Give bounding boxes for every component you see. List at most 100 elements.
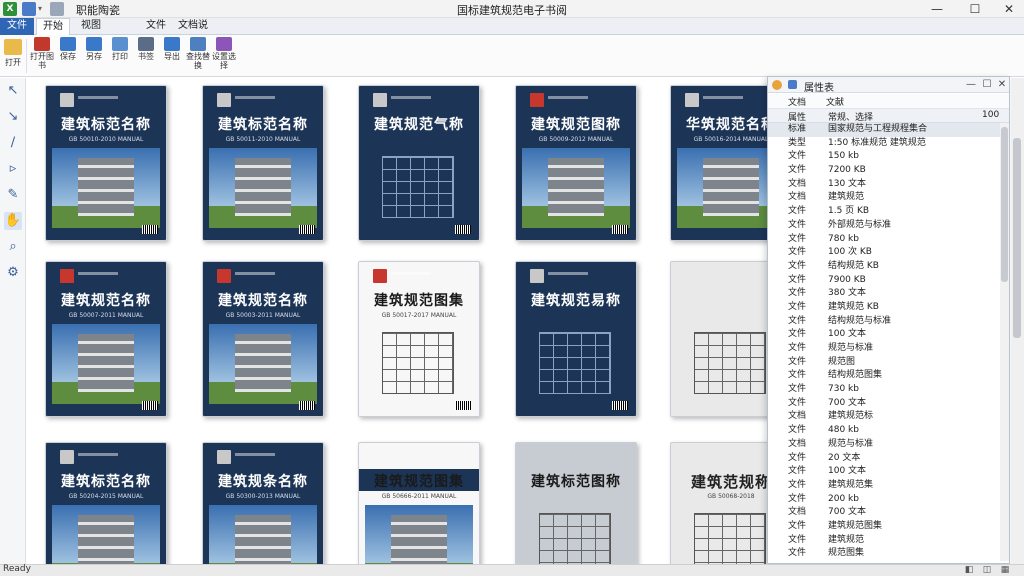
book-cover[interactable]: 建筑规范气称	[358, 85, 480, 241]
right-scrollbar[interactable]	[1011, 78, 1024, 564]
panel-scrollbar-thumb[interactable]	[1001, 127, 1008, 282]
property-row[interactable]: 文档 建筑规范标	[768, 410, 1000, 424]
book-cover[interactable]: 建筑规范图集 GB 50666-2011 MANUAL	[358, 442, 480, 564]
ribbon-button-0[interactable]: 打开图书	[30, 37, 54, 75]
book-cover[interactable]: 建筑标范名称 GB 50204-2015 MANUAL	[45, 442, 167, 564]
right-scrollbar-thumb[interactable]	[1013, 138, 1021, 338]
property-row[interactable]: 文件 规范图集	[768, 547, 1000, 561]
book-cover[interactable]: 建筑规范图集 GB 50017-2017 MANUAL	[358, 261, 480, 417]
property-row[interactable]: 文件 建筑规范	[768, 534, 1000, 548]
property-value: 结构规范与标准	[828, 315, 892, 326]
property-row[interactable]: 文件 380 文本	[768, 287, 1000, 301]
cover-illustration	[677, 148, 767, 228]
property-row[interactable]: 文件 1.5 页 KB	[768, 205, 1000, 219]
property-row[interactable]: 文件 100 文本	[768, 465, 1000, 479]
book-cover[interactable]: 建筑规范名称 GB 50003-2011 MANUAL	[202, 261, 324, 417]
property-row[interactable]: 文件 7200 KB	[768, 164, 1000, 178]
book-cover[interactable]: 建筑标范名称 GB 50011-2010 MANUAL	[202, 85, 324, 241]
barcode	[299, 401, 315, 410]
book-title: 建筑规范名称	[61, 293, 151, 309]
property-row[interactable]: 文件 200 kb	[768, 493, 1000, 507]
hand-icon[interactable]: ✋	[4, 212, 22, 230]
book-cover[interactable]: 建筑标范名称 GB 50010-2010 MANUAL	[45, 85, 167, 241]
property-row[interactable]: 文件 100 文本	[768, 328, 1000, 342]
building-image	[702, 158, 760, 216]
property-row[interactable]: 文件 700 文本	[768, 397, 1000, 411]
ribbon-button-3[interactable]: 打印	[108, 37, 132, 75]
ribbon-button-2[interactable]: 另存	[82, 37, 106, 75]
tab-document[interactable]: 文件	[140, 18, 172, 35]
property-row[interactable]: 文件 480 kb	[768, 424, 1000, 438]
status-grid-icon[interactable]: ▦	[1000, 565, 1010, 576]
property-row[interactable]: 文件 建筑规范集	[768, 479, 1000, 493]
property-row[interactable]: 文件 结构规范图集	[768, 369, 1000, 383]
book-cover[interactable]: 建筑规范名称 GB 50007-2011 MANUAL	[45, 261, 167, 417]
property-row[interactable]: 文件 外部规范与标准	[768, 219, 1000, 233]
panel-title-bar[interactable]: 属性表 — ☐ ✕	[768, 77, 1009, 94]
book-cover[interactable]: 建筑规范图称 GB 50009-2012 MANUAL	[515, 85, 637, 241]
quick-save-icon[interactable]	[22, 2, 36, 16]
ribbon-button-1[interactable]: 保存	[56, 37, 80, 75]
property-row[interactable]: 文档 建筑规范	[768, 191, 1000, 205]
property-row[interactable]: 文件 建筑规范图集	[768, 520, 1000, 534]
property-row[interactable]: 文件 规范图	[768, 356, 1000, 370]
book-cover[interactable]: 建筑规条名称 GB 50300-2013 MANUAL	[202, 442, 324, 564]
tab-home[interactable]: 开始	[36, 18, 70, 35]
property-key: 文档	[788, 411, 807, 422]
book-cover[interactable]: 建筑范规称 GB 50068-2018	[670, 442, 767, 564]
maximize-button[interactable]: ☐	[960, 1, 990, 17]
property-row[interactable]: 标准 国家规范与工程规程集合	[768, 123, 1000, 137]
property-row[interactable]: 文档 规范与标准	[768, 438, 1000, 452]
book-title: 建筑标范名称	[218, 117, 308, 133]
property-row[interactable]: 文档 700 文本	[768, 506, 1000, 520]
tab-doc-info[interactable]: 文档说明	[174, 18, 212, 47]
tab-view[interactable]: 视图	[74, 18, 108, 35]
property-value: 结构规范 KB	[828, 260, 879, 271]
property-row[interactable]: 文件 规范与标准	[768, 342, 1000, 356]
ribbon-button-6[interactable]: 查找替换	[186, 37, 210, 75]
property-row[interactable]: 文件 150 kb	[768, 150, 1000, 164]
flag-icon[interactable]: ▹	[4, 160, 22, 178]
property-row[interactable]: 文件 780 kb	[768, 233, 1000, 247]
minimize-button[interactable]: —	[922, 1, 952, 17]
status-view-icon[interactable]: ◧	[964, 565, 974, 576]
pen-icon[interactable]: ✎	[4, 186, 22, 204]
panel-tab-document[interactable]: 文档	[788, 95, 806, 108]
quick-dropdown-icon[interactable]: ▾	[38, 2, 46, 16]
property-row[interactable]: 文件 7900 KB	[768, 274, 1000, 288]
book-cover[interactable]: 建筑规范易称	[515, 261, 637, 417]
panel-tab-literature[interactable]: 文献	[826, 95, 844, 108]
property-row[interactable]: 文件 730 kb	[768, 383, 1000, 397]
ribbon-button-5[interactable]: 导出	[160, 37, 184, 75]
gear-icon[interactable]: ⚙	[4, 264, 22, 282]
building-wireframe	[382, 156, 454, 218]
open-folder-button[interactable]: 打开	[2, 37, 24, 75]
property-key: 文件	[788, 425, 807, 436]
quick-print-icon[interactable]	[50, 2, 64, 16]
property-value: 建筑规范集	[828, 479, 874, 490]
book-cover[interactable]: 建筑标范图称	[515, 442, 637, 564]
zoom-icon[interactable]: ⌕	[4, 238, 22, 256]
status-split-icon[interactable]: ◫	[982, 565, 992, 576]
book-cover[interactable]: 华筑规范名称 GB 50016-2014 MANUAL	[670, 85, 767, 241]
property-row[interactable]: 文件 建筑规范 KB	[768, 301, 1000, 315]
select-arrow-icon[interactable]: ↖	[4, 82, 22, 100]
tab-file[interactable]: 文件	[0, 18, 34, 35]
panel-scrollbar[interactable]	[1000, 123, 1009, 561]
building-image	[77, 515, 135, 564]
close-button[interactable]: ✕	[994, 1, 1024, 17]
ribbon-button-7[interactable]: 设置选择	[212, 37, 236, 75]
ribbon-button-4[interactable]: 书签	[134, 37, 158, 75]
property-row[interactable]: 文件 结构规范 KB	[768, 260, 1000, 274]
panel-maximize-button[interactable]: ☐	[980, 78, 994, 92]
property-row[interactable]: 类型 1:50 标准规范 建筑规范	[768, 137, 1000, 151]
property-row[interactable]: 文件 20 文本	[768, 452, 1000, 466]
line-icon[interactable]: ∕	[4, 134, 22, 152]
property-row[interactable]: 文件 结构规范与标准	[768, 315, 1000, 329]
panel-close-button[interactable]: ✕	[995, 78, 1009, 92]
panel-minimize-button[interactable]: —	[964, 78, 978, 92]
pointer-icon[interactable]: ↘	[4, 108, 22, 126]
property-row[interactable]: 文件 100 次 KB	[768, 246, 1000, 260]
property-row[interactable]: 文档 130 文本	[768, 178, 1000, 192]
book-cover[interactable]	[670, 261, 767, 417]
